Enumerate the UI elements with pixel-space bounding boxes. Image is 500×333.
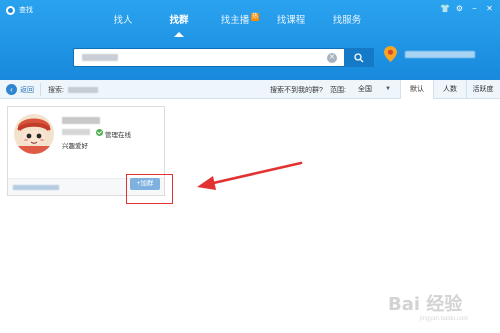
window-controls: 👕 ⚙ − ✕ [440,4,494,13]
range-value: 全国 [358,86,372,93]
location-text-redacted [405,50,475,58]
app-logo-icon [6,5,15,15]
search-button[interactable] [344,48,374,67]
sort-tabs: 默认 人数 活跃度 [400,80,499,99]
location-pin-icon [384,46,397,62]
annotation-arrow-icon [197,161,303,190]
hot-badge: 热 [250,13,259,21]
search-keyword-label: 搜索: [48,87,64,94]
header-bar: 查找 👕 ⚙ − ✕ 找人 找群 找主播热 找课程 找服务 ✕ [0,0,500,80]
settings-icon[interactable]: ⚙ [455,4,464,13]
caret-down-icon: ▼ [385,86,391,92]
search-query-redacted [82,54,118,61]
group-category-tag: 兴趣爱好 [62,143,88,150]
back-arrow-icon: ‹ [6,84,17,95]
tab-find-people[interactable]: 找人 [95,10,151,36]
watermark-url: jingyan.baidu.com [420,316,469,322]
category-tabs: 找人 找群 找主播热 找课程 找服务 [95,10,375,37]
window-title-text: 查找 [19,7,33,14]
skin-icon[interactable]: 👕 [440,4,450,13]
search-keyword-redacted [68,87,98,93]
group-location-redacted [13,185,59,190]
sort-tab-activity[interactable]: 活跃度 [466,80,499,99]
tab-label: 找课程 [276,15,306,26]
search-box: ✕ [73,48,374,67]
tab-label: 找主播 [220,15,250,26]
sort-tab-members[interactable]: 人数 [433,80,466,99]
tab-label: 找服务 [332,15,362,26]
tab-find-streamer[interactable]: 找主播热 [207,10,263,36]
tab-find-group[interactable]: 找群 [151,10,207,37]
divider [40,83,41,96]
group-name-redacted [62,117,100,124]
tab-label: 找人 [113,15,133,26]
back-button[interactable]: ‹ 返回 [6,84,34,95]
filter-bar: ‹ 返回 搜索: 搜索不到我的群? 范围: 全国 ▼ 默认 人数 活跃度 [0,80,500,99]
watermark-brand: Bai 经验 [388,294,463,315]
clear-icon[interactable]: ✕ [327,53,337,63]
range-label: 范围: [330,87,346,94]
range-select[interactable]: 全国 ▼ [355,83,391,96]
back-label: 返回 [20,86,34,94]
location-area[interactable] [384,46,475,62]
online-check-icon [96,129,103,136]
tab-label: 找群 [169,15,189,26]
group-avatar [14,114,54,154]
not-found-link[interactable]: 搜索不到我的群? [270,85,323,95]
sort-tab-default[interactable]: 默认 [400,80,433,99]
group-id-redacted [62,129,90,135]
tab-find-service[interactable]: 找服务 [319,10,375,36]
search-icon [354,52,364,62]
minimize-icon[interactable]: − [470,4,479,13]
close-icon[interactable]: ✕ [485,4,494,13]
tab-find-course[interactable]: 找课程 [263,10,319,36]
window-title: 查找 [6,5,33,15]
admin-online-label: 管理在线 [105,132,131,139]
annotation-highlight-box [126,174,173,204]
